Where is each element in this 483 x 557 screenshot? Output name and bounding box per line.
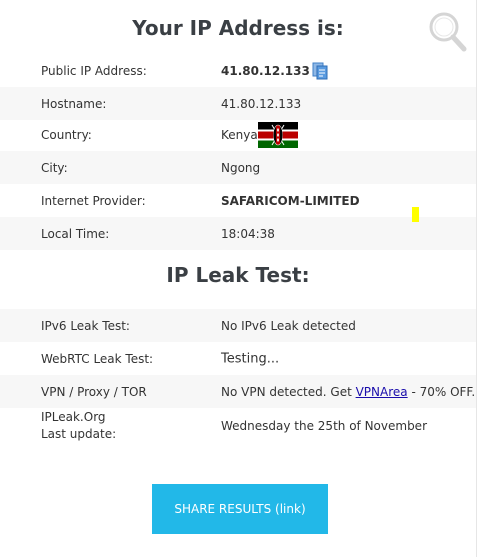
public-ip-value: 41.80.12.133 — [221, 63, 310, 78]
public-ip-label: Public IP Address: — [41, 63, 147, 78]
local-time-label: Local Time: — [41, 226, 110, 241]
share-results-button[interactable]: SHARE RESULTS (link) — [152, 484, 328, 534]
search-icon[interactable] — [427, 10, 467, 52]
internet-provider-label: Internet Provider: — [41, 193, 146, 208]
row-country: Country: Kenya — [0, 118, 476, 151]
row-city: City: Ngong — [0, 151, 476, 184]
webrtc-leak-label: WebRTC Leak Test: — [41, 351, 154, 366]
vpn-value-text: No VPN detected. Get — [221, 384, 356, 399]
row-webrtc-leak: WebRTC Leak Test: Testing... — [0, 342, 476, 375]
vpn-label: VPN / Proxy / TOR — [41, 384, 147, 399]
last-update-label-line1: IPLeak.Org — [41, 410, 106, 424]
hostname-label: Hostname: — [41, 96, 107, 111]
leak-section-title: IP Leak Test: — [166, 263, 310, 287]
last-update-label: IPLeak.Org Last update: — [41, 409, 116, 443]
country-label: Country: — [41, 127, 92, 142]
row-ipv6-leak: IPv6 Leak Test: No IPv6 Leak detected — [0, 309, 476, 342]
local-time-value: 18:04:38 — [221, 226, 275, 241]
internet-provider-value: SAFARICOM-LIMITED — [221, 193, 360, 208]
row-local-time: Local Time: 18:04:38 — [0, 217, 476, 250]
ipv6-leak-label: IPv6 Leak Test: — [41, 318, 130, 333]
hostname-value: 41.80.12.133 — [221, 96, 302, 111]
kenya-flag-icon — [258, 122, 298, 148]
row-last-update: IPLeak.Org Last update: Wednesday the 25t… — [0, 408, 476, 444]
webrtc-leak-value: Testing... — [221, 351, 280, 366]
ip-section-title: Your IP Address is: — [132, 16, 344, 40]
city-label: City: — [41, 160, 68, 175]
highlight-marker — [412, 207, 419, 222]
ipv6-leak-value: No IPv6 Leak detected — [221, 318, 356, 333]
copy-icon[interactable] — [311, 62, 329, 80]
vpn-value-suffix: - 70% OFF. — [407, 384, 476, 399]
ip-info-panel: Your IP Address is: Public IP Address: 4… — [0, 0, 477, 557]
country-value: Kenya — [221, 127, 258, 142]
row-public-ip: Public IP Address: 41.80.12.133 — [0, 54, 476, 87]
vpn-value: No VPN detected. Get VPNArea - 70% OFF. — [221, 385, 475, 399]
city-value: Ngong — [221, 160, 261, 175]
last-update-value: Wednesday the 25th of November — [221, 419, 427, 433]
row-internet-provider: Internet Provider: SAFARICOM-LIMITED — [0, 184, 476, 217]
vpnarea-link[interactable]: VPNArea — [356, 385, 408, 399]
last-update-label-line2: Last update: — [41, 427, 117, 441]
row-vpn-proxy-tor: VPN / Proxy / TOR No VPN detected. Get V… — [0, 375, 476, 408]
row-hostname: Hostname: 41.80.12.133 — [0, 87, 476, 120]
